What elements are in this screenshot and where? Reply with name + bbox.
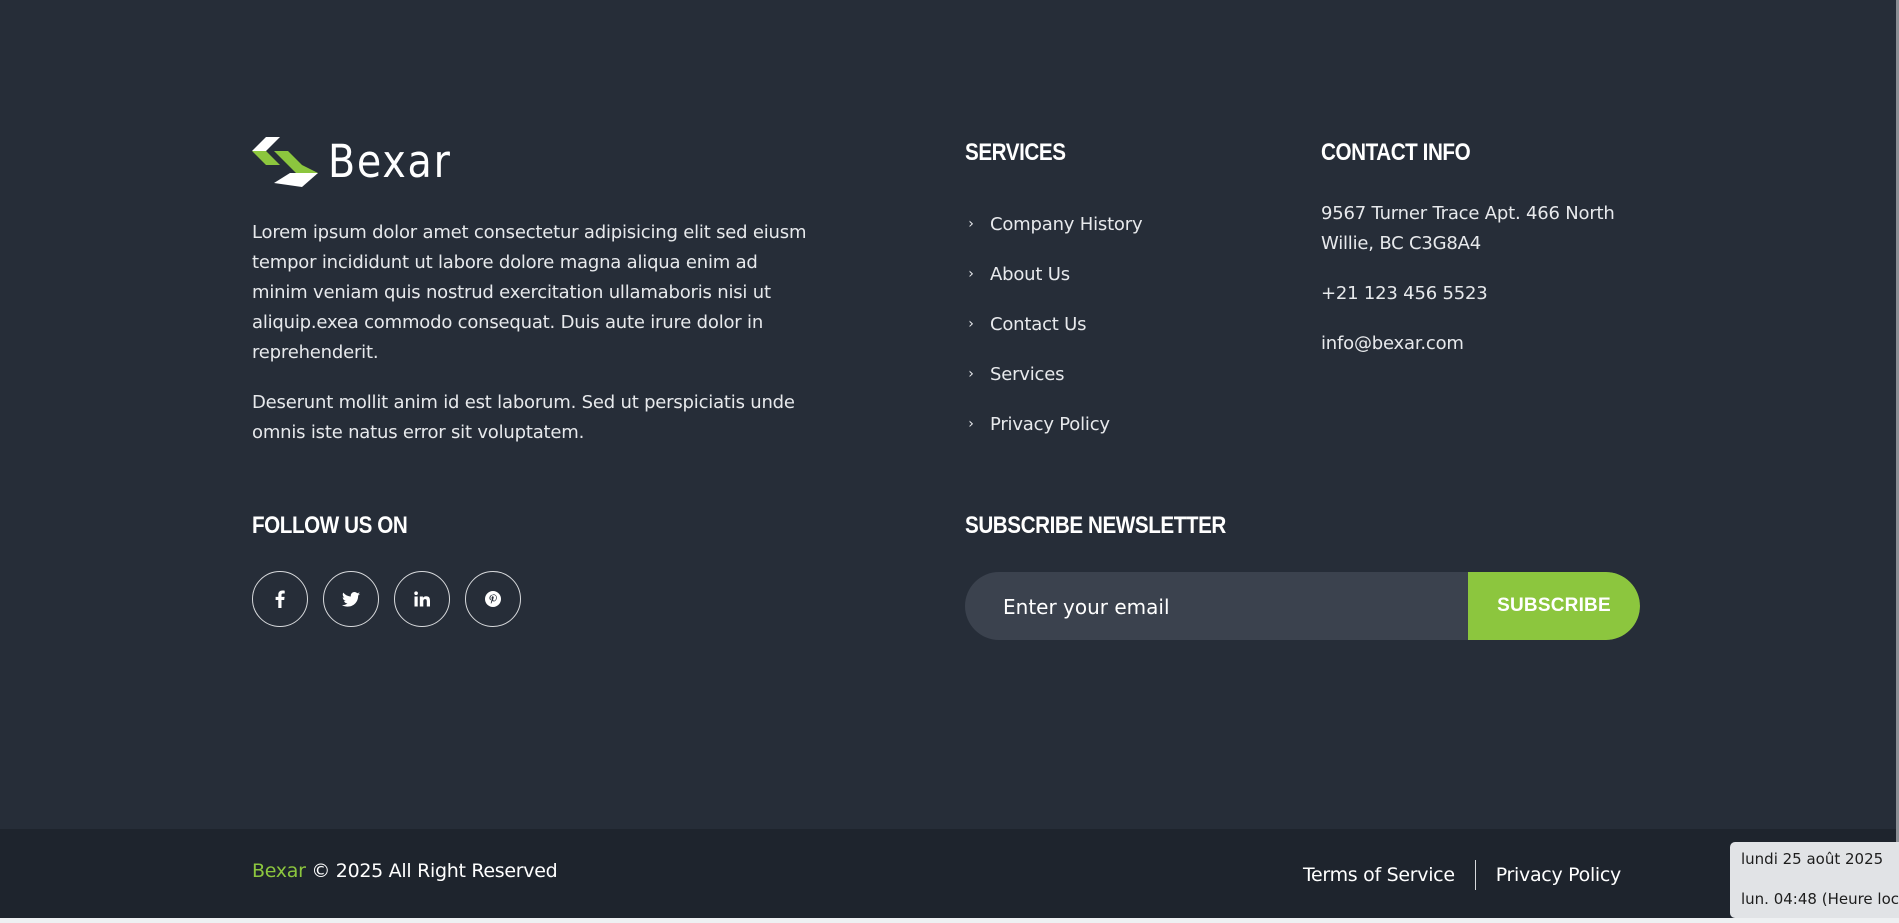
copyright: Bexar © 2025 All Right Reserved — [252, 860, 558, 882]
facebook-icon — [275, 590, 285, 608]
linkedin-icon — [414, 591, 430, 607]
services-item-contact-us[interactable]: › Contact Us — [965, 299, 1142, 349]
services-item-label: Contact Us — [990, 313, 1087, 335]
clock-time: lun. 04:48 (Heure locale — [1741, 890, 1899, 908]
newsletter-heading: SUBSCRIBE NEWSLETTER — [965, 512, 1226, 539]
services-item-company-history[interactable]: › Company History — [965, 199, 1142, 249]
copyright-text: © 2025 All Right Reserved — [311, 860, 558, 882]
newsletter-form: SUBSCRIBE — [965, 572, 1640, 640]
services-item-label: Privacy Policy — [990, 413, 1110, 435]
facebook-button[interactable] — [252, 571, 308, 627]
contact-info: 9567 Turner Trace Apt. 466 North Willie,… — [1321, 199, 1641, 359]
services-item-label: Services — [990, 363, 1065, 385]
pinterest-icon — [485, 591, 501, 607]
social-links — [252, 571, 521, 627]
system-clock-tooltip: lundi 25 août 2025 lun. 04:48 (Heure loc… — [1730, 842, 1899, 918]
privacy-policy-link[interactable]: Privacy Policy — [1496, 864, 1622, 886]
chevron-right-icon: › — [968, 316, 974, 332]
subscribe-button[interactable]: SUBSCRIBE — [1468, 572, 1640, 640]
about-paragraph-1: Lorem ipsum dolor amet consectetur adipi… — [252, 222, 807, 363]
services-item-privacy-policy[interactable]: › Privacy Policy — [965, 399, 1142, 449]
contact-phone[interactable]: +21 123 456 5523 — [1321, 279, 1641, 309]
contact-email[interactable]: info@bexar.com — [1321, 329, 1641, 359]
follow-heading: FOLLOW US ON — [252, 512, 408, 539]
terms-of-service-link[interactable]: Terms of Service — [1303, 864, 1455, 886]
chevron-right-icon: › — [968, 216, 974, 232]
brand-name: Bexar — [328, 135, 452, 188]
chevron-right-icon: › — [968, 366, 974, 382]
chevron-right-icon: › — [968, 416, 974, 432]
page-bottom-edge — [0, 918, 1899, 923]
link-divider — [1474, 860, 1476, 890]
linkedin-button[interactable] — [394, 571, 450, 627]
contact-heading: CONTACT INFO — [1321, 139, 1471, 166]
contact-address: 9567 Turner Trace Apt. 466 North Willie,… — [1321, 203, 1615, 254]
chevron-right-icon: › — [968, 266, 974, 282]
twitter-icon — [342, 591, 360, 607]
services-item-label: Company History — [990, 213, 1143, 235]
clock-date: lundi 25 août 2025 — [1741, 850, 1884, 868]
pinterest-button[interactable] — [465, 571, 521, 627]
brand-logo[interactable]: Bexar — [252, 134, 468, 190]
copyright-brand-link[interactable]: Bexar — [252, 860, 306, 882]
services-list: › Company History › About Us › Contact U… — [965, 199, 1142, 449]
services-item-services[interactable]: › Services — [965, 349, 1142, 399]
about-paragraph-2: Deserunt mollit anim id est laborum. Sed… — [252, 392, 795, 443]
services-heading: SERVICES — [965, 139, 1066, 166]
bexar-logo-icon — [252, 137, 318, 187]
services-item-label: About Us — [990, 263, 1070, 285]
newsletter-email-input[interactable] — [965, 572, 1468, 640]
legal-links: Terms of Service Privacy Policy — [1303, 860, 1621, 890]
twitter-button[interactable] — [323, 571, 379, 627]
services-item-about-us[interactable]: › About Us — [965, 249, 1142, 299]
